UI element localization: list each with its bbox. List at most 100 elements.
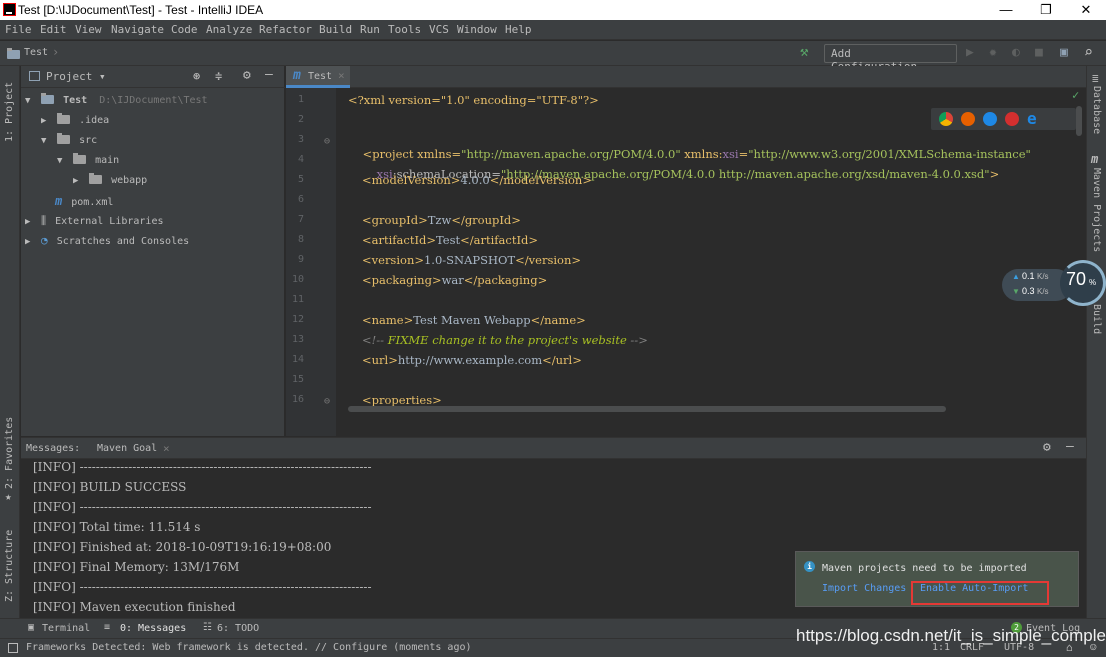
code-token: </artifactId> bbox=[460, 233, 539, 247]
vertical-scrollbar[interactable] bbox=[1076, 106, 1082, 136]
code-line-1: <?xml version="1.0" encoding="UTF-8"?> bbox=[348, 93, 599, 107]
collapse-all-icon[interactable]: ≑ bbox=[215, 69, 222, 83]
todo-tool-button[interactable]: 6: TODO bbox=[217, 623, 259, 634]
code-token: <groupId> bbox=[362, 213, 428, 227]
scratches-icon: ◔ bbox=[41, 234, 48, 247]
coverage-icon[interactable]: ◐ bbox=[1012, 45, 1020, 60]
folder-icon bbox=[89, 173, 103, 184]
tree-item-src[interactable]: ▼ src bbox=[41, 131, 97, 151]
menu-navigate[interactable]: Navigate bbox=[111, 23, 164, 36]
expand-arrow-icon[interactable]: ▶ bbox=[25, 212, 35, 232]
menu-analyze[interactable]: Analyze bbox=[206, 23, 252, 36]
status-message[interactable]: Frameworks Detected: Web framework is de… bbox=[26, 642, 472, 653]
tree-item-external-libraries[interactable]: ▶ ⫼ External Libraries bbox=[25, 211, 164, 231]
expand-arrow-icon[interactable]: ▼ bbox=[57, 151, 67, 171]
opera-icon[interactable] bbox=[1005, 112, 1019, 126]
fold-icon[interactable]: ⊖ bbox=[324, 136, 330, 147]
tree-item-path: D:\IJDocument\Test bbox=[99, 95, 208, 106]
tree-item-test[interactable]: ▼ Test D:\IJDocument\Test bbox=[25, 91, 208, 111]
hide-panel-icon[interactable]: — bbox=[265, 67, 273, 82]
tab-test-pom[interactable]: m Test × bbox=[286, 66, 350, 88]
stop-icon[interactable]: ■ bbox=[1035, 45, 1043, 60]
menu-refactor[interactable]: Refactor bbox=[259, 23, 312, 36]
window-title: Test [D:\IJDocument\Test] - Test - Intel… bbox=[18, 3, 264, 17]
debug-icon[interactable]: ✹ bbox=[989, 45, 997, 60]
expand-arrow-icon[interactable]: ▶ bbox=[25, 232, 35, 252]
menu-help[interactable]: Help bbox=[505, 23, 532, 36]
build-tool-button[interactable]: Build bbox=[1091, 304, 1102, 334]
search-icon[interactable]: ⌕ bbox=[1084, 43, 1093, 61]
menu-window[interactable]: Window bbox=[457, 23, 497, 36]
tree-item-pom-xml[interactable]: m pom.xml bbox=[55, 191, 113, 211]
todo-icon: ☷ bbox=[203, 622, 212, 633]
menu-vcs[interactable]: VCS bbox=[429, 23, 449, 36]
terminal-tool-button[interactable]: Terminal bbox=[42, 623, 90, 634]
tab-close-icon[interactable]: × bbox=[163, 442, 170, 455]
scroll-from-source-icon[interactable]: ⊛ bbox=[193, 69, 200, 83]
enable-auto-import-link[interactable]: Enable Auto-Import bbox=[920, 583, 1028, 594]
menu-bar: File Edit View Navigate Code Analyze Ref… bbox=[0, 20, 1106, 40]
breadcrumb[interactable]: Test bbox=[24, 47, 48, 58]
tree-item-label: External Libraries bbox=[55, 216, 164, 227]
close-button[interactable]: ✕ bbox=[1066, 0, 1106, 20]
cpu-usage-circle: 70 % bbox=[1060, 260, 1106, 306]
messages-icon: ≡ bbox=[104, 622, 111, 633]
tree-item-idea[interactable]: ▶ .idea bbox=[41, 111, 109, 131]
tree-item-webapp[interactable]: ▶ webapp bbox=[73, 171, 147, 191]
hide-panel-icon[interactable]: — bbox=[1066, 439, 1074, 454]
console-line: [INFO] ---------------------------------… bbox=[33, 460, 372, 474]
menu-file[interactable]: File bbox=[5, 23, 32, 36]
code-token: </groupId> bbox=[451, 213, 521, 227]
structure-tool-button[interactable]: Z: Structure bbox=[4, 522, 15, 602]
gear-icon[interactable]: ⚙ bbox=[1043, 440, 1051, 455]
expand-arrow-icon[interactable]: ▼ bbox=[25, 91, 35, 111]
gear-icon[interactable]: ⚙ bbox=[243, 68, 251, 83]
project-structure-icon[interactable]: ▣ bbox=[1060, 45, 1068, 60]
menu-view[interactable]: View bbox=[75, 23, 102, 36]
notification-text: Maven projects need to be imported bbox=[822, 563, 1027, 574]
database-tool-button[interactable]: Database bbox=[1091, 86, 1102, 134]
maximize-button[interactable]: ❐ bbox=[1026, 0, 1066, 20]
upload-speed: 0.1 bbox=[1022, 271, 1035, 281]
safari-icon[interactable] bbox=[983, 112, 997, 126]
code-token: Tzw bbox=[427, 213, 452, 227]
project-view-selector[interactable]: Project ▾ bbox=[46, 70, 106, 83]
fold-icon[interactable]: ⊖ bbox=[324, 396, 330, 407]
horizontal-scrollbar[interactable] bbox=[348, 406, 946, 412]
add-configuration-button[interactable]: Add Configuration... bbox=[824, 44, 957, 73]
download-arrow-icon: ▼ bbox=[1012, 287, 1020, 296]
menu-build[interactable]: Build bbox=[319, 23, 352, 36]
tab-maven-goal[interactable]: Maven Goal bbox=[97, 443, 157, 454]
messages-tool-button[interactable]: 0: Messages bbox=[120, 623, 186, 634]
ie-icon[interactable]: e bbox=[1027, 109, 1037, 128]
expand-arrow-icon[interactable]: ▶ bbox=[73, 171, 83, 191]
tab-close-icon[interactable]: × bbox=[338, 69, 345, 82]
chrome-icon[interactable] bbox=[939, 112, 953, 126]
firefox-icon[interactable] bbox=[961, 112, 975, 126]
code-editor[interactable]: <?xml version="1.0" encoding="UTF-8"?> <… bbox=[336, 88, 1086, 436]
tree-item-scratches[interactable]: ▶ ◔ Scratches and Consoles bbox=[25, 231, 189, 251]
editor-gutter: 1 2 3 4 5 6 7 8 9 10 11 12 13 14 15 16 ⊖… bbox=[286, 88, 336, 436]
cpu-percent: 70 bbox=[1066, 269, 1087, 289]
tree-item-label: webapp bbox=[111, 175, 148, 186]
console-line: [INFO] ---------------------------------… bbox=[33, 580, 372, 594]
project-tool-button[interactable]: 1: Project bbox=[4, 72, 15, 142]
favorites-tool-button[interactable]: 2: Favorites bbox=[4, 417, 15, 489]
minimize-button[interactable]: — bbox=[986, 0, 1026, 20]
run-icon[interactable]: ▶ bbox=[966, 45, 974, 60]
build-hammer-icon[interactable]: ⚒ bbox=[800, 44, 808, 60]
maven-projects-tool-button[interactable]: Maven Projects bbox=[1091, 168, 1102, 252]
line-number: 6 bbox=[297, 194, 304, 205]
menu-run[interactable]: Run bbox=[360, 23, 380, 36]
code-token: <version> bbox=[362, 253, 424, 267]
menu-tools[interactable]: Tools bbox=[388, 23, 421, 36]
expand-arrow-icon[interactable]: ▶ bbox=[41, 111, 51, 131]
toggle-tool-windows-icon[interactable] bbox=[8, 643, 18, 653]
code-token: Test Maven Webapp bbox=[413, 313, 531, 327]
menu-code[interactable]: Code bbox=[171, 23, 198, 36]
menu-edit[interactable]: Edit bbox=[40, 23, 67, 36]
line-number: 11 bbox=[291, 294, 304, 305]
import-changes-link[interactable]: Import Changes bbox=[822, 583, 906, 594]
expand-arrow-icon[interactable]: ▼ bbox=[41, 131, 51, 151]
tree-item-main[interactable]: ▼ main bbox=[57, 151, 119, 171]
